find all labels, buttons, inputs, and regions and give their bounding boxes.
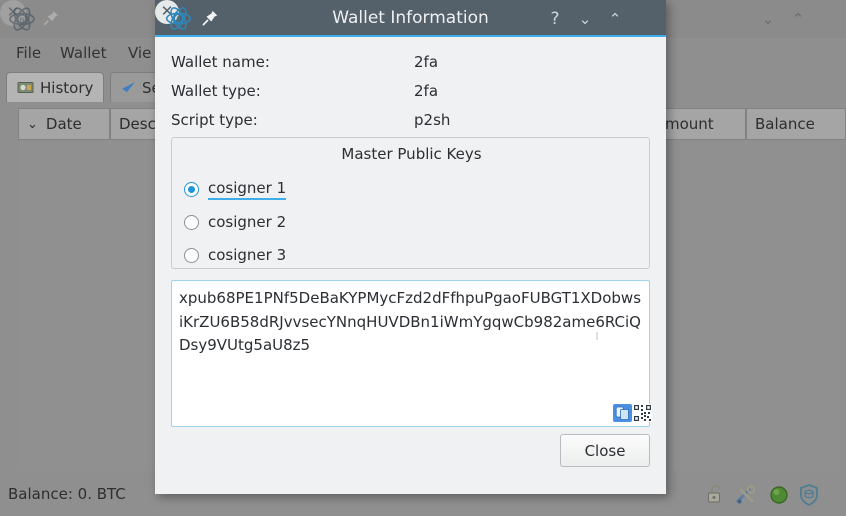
dialog-minimize-button[interactable]: ⌄	[574, 8, 596, 30]
copy-icon[interactable]	[613, 404, 632, 422]
radio-cosigner-3-label: cosigner 3	[208, 246, 287, 264]
master-public-keys-title: Master Public Keys	[341, 145, 482, 163]
sort-chevron-down-icon: ⌄	[27, 116, 38, 132]
close-button[interactable]: Close	[560, 434, 650, 467]
radio-cosigner-1-label: cosigner 1	[208, 179, 287, 200]
column-header-date-label: Date	[45, 115, 82, 133]
dialog-titlebar[interactable]: B Wallet Information ? ⌄ ⌃ ✕	[155, 0, 666, 37]
script-type-label: Script type:	[171, 111, 258, 129]
balance-status-text: Balance: 0. BTC	[8, 485, 126, 503]
radio-cosigner-2-label: cosigner 2	[208, 213, 287, 231]
wallet-name-row: Wallet name: 2fa	[171, 49, 650, 78]
tools-icon[interactable]	[733, 482, 759, 508]
tab-history-label: History	[40, 78, 94, 97]
dialog-body: Wallet name: 2fa Wallet type: 2fa Script…	[155, 37, 666, 428]
radio-cosigner-3[interactable]: cosigner 3	[184, 242, 286, 268]
radio-unselected-icon[interactable]	[184, 247, 199, 263]
history-banknote-icon	[17, 82, 34, 93]
menu-item-view[interactable]: Vie	[122, 42, 157, 64]
qr-code-icon[interactable]	[633, 404, 652, 422]
pin-icon[interactable]	[42, 9, 60, 27]
wallet-name-value: 2fa	[414, 53, 439, 71]
wallet-type-row: Wallet type: 2fa	[171, 78, 650, 107]
master-public-keys-group: Master Public Keys cosigner 1 cosigner 2…	[171, 137, 650, 269]
menu-item-wallet[interactable]: Wallet	[54, 42, 113, 64]
wallet-type-value: 2fa	[414, 82, 439, 100]
network-status-icon[interactable]	[766, 482, 792, 508]
radio-unselected-icon[interactable]	[184, 214, 199, 230]
dialog-maximize-button[interactable]: ⌃	[604, 8, 626, 30]
xpub-text-area[interactable]: xpub68PE1PNf5DeBaKYPMycFzd2dFfhpuPgaoFUB…	[171, 280, 652, 427]
background-maximize-button[interactable]: ⌃	[785, 6, 811, 32]
tab-history[interactable]: History	[6, 72, 105, 102]
background-minimize-button[interactable]: ⌄	[755, 6, 781, 32]
menu-item-file[interactable]: File	[10, 42, 47, 64]
dialog-help-button[interactable]: ?	[544, 8, 566, 30]
xpub-value: xpub68PE1PNf5DeBaKYPMycFzd2dFfhpuPgaoFUB…	[179, 289, 642, 354]
column-header-date[interactable]: ⌄ Date	[18, 108, 110, 140]
text-cursor-icon	[596, 332, 598, 340]
script-type-row: Script type: p2sh	[171, 107, 650, 136]
radio-cosigner-1[interactable]: cosigner 1	[184, 176, 287, 202]
send-arrow-icon	[122, 82, 135, 92]
script-type-value: p2sh	[414, 111, 451, 129]
wallet-information-dialog: B Wallet Information ? ⌄ ⌃ ✕ Wallet name…	[155, 0, 666, 494]
lock-open-icon[interactable]	[703, 482, 729, 508]
column-header-amount[interactable]: mount	[656, 108, 746, 140]
dialog-footer: Close	[155, 428, 666, 494]
wallet-name-label: Wallet name:	[171, 53, 270, 71]
svg-text:B: B	[20, 16, 25, 24]
radio-cosigner-2[interactable]: cosigner 2	[184, 209, 286, 235]
radio-selected-icon[interactable]	[184, 181, 199, 197]
column-header-balance[interactable]: Balance	[746, 108, 846, 140]
shield-seed-icon[interactable]	[796, 482, 822, 508]
electrum-atom-logo-icon: B	[9, 7, 35, 31]
wallet-type-label: Wallet type:	[171, 82, 261, 100]
